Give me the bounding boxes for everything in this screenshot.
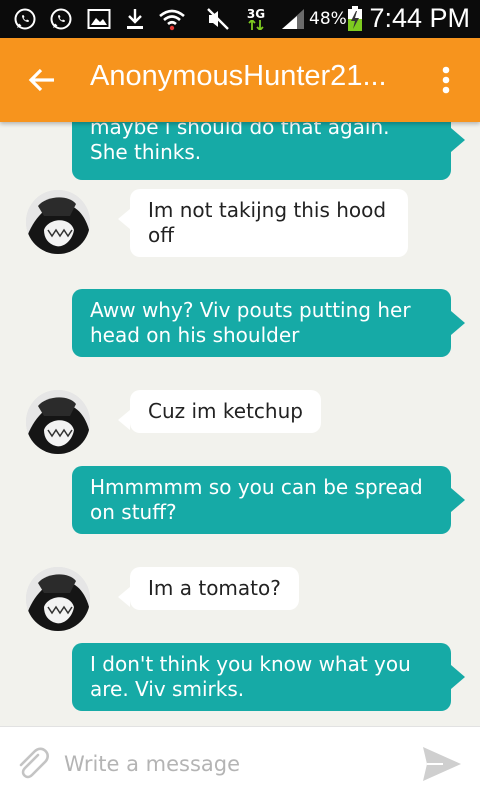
battery-percentage: 48% <box>309 9 347 29</box>
signal-icon <box>280 7 306 31</box>
wifi-icon <box>158 7 186 31</box>
more-vert-icon <box>442 66 450 94</box>
message-list[interactable]: maybe i should do that again. She thinks… <box>0 122 480 726</box>
status-bar: 3G 48% 7:44 PM <box>0 0 480 38</box>
gallery-icon <box>86 7 112 31</box>
message-composer <box>0 726 480 801</box>
arrow-left-icon <box>28 68 54 92</box>
message-text: Im a tomato? <box>148 576 281 600</box>
message-incoming: Im a tomato? <box>118 567 299 610</box>
paperclip-icon <box>19 747 49 779</box>
avatar[interactable] <box>26 190 90 254</box>
send-button[interactable] <box>418 741 466 787</box>
message-text: I don't think you know what you are. Viv… <box>90 652 411 701</box>
message-outgoing: maybe i should do that again. She thinks… <box>72 122 465 180</box>
message-outgoing: Aww why? Viv pouts putting her head on h… <box>72 289 465 357</box>
message-input[interactable] <box>64 744 404 784</box>
avatar[interactable] <box>26 390 90 454</box>
whatsapp-icon <box>12 7 38 31</box>
network-3g-icon: 3G <box>244 7 268 31</box>
status-time: 7:44 PM <box>369 3 470 33</box>
message-text: Aww why? Viv pouts putting her head on h… <box>90 298 411 347</box>
message-text: Im not takijng this hood off <box>148 198 387 247</box>
app-bar: AnonymousHunter21... <box>0 38 480 122</box>
avatar[interactable] <box>26 567 90 631</box>
message-outgoing: Hmmmmm so you can be spread on stuff? <box>72 466 465 534</box>
back-button[interactable] <box>22 62 62 98</box>
attach-button[interactable] <box>12 744 52 784</box>
overflow-menu-button[interactable] <box>434 60 458 100</box>
whatsapp-icon <box>48 7 74 31</box>
download-icon <box>124 7 146 31</box>
message-incoming: Cuz im ketchup <box>118 390 321 433</box>
conversation-title: AnonymousHunter21... <box>90 60 387 92</box>
message-text: Cuz im ketchup <box>148 399 303 423</box>
battery-charging-icon <box>346 6 364 31</box>
message-text: Hmmmmm so you can be spread on stuff? <box>90 475 423 524</box>
message-incoming: Im not takijng this hood off <box>118 189 408 257</box>
message-text: maybe i should do that again. She thinks… <box>90 122 390 164</box>
mute-icon <box>206 7 230 31</box>
message-outgoing: I don't think you know what you are. Viv… <box>72 643 465 711</box>
send-icon <box>423 747 461 781</box>
